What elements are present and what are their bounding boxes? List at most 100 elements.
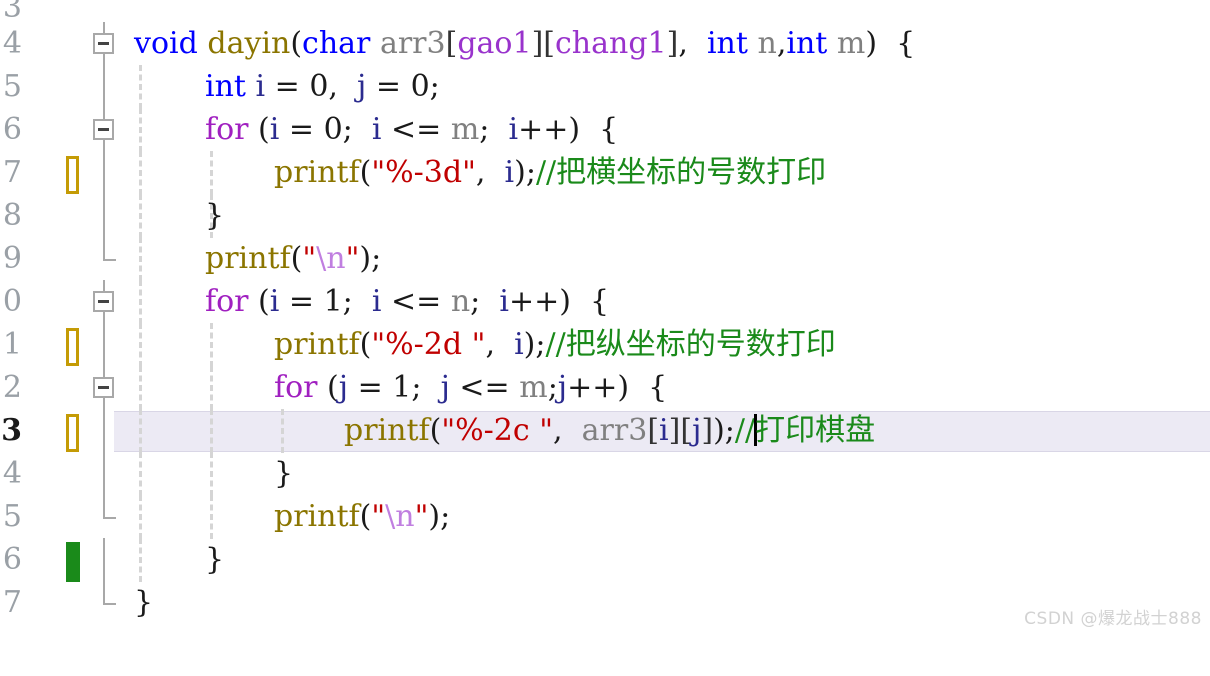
token-variable-j: j <box>440 370 450 405</box>
token-identifier-m: m <box>836 26 866 61</box>
indent-guide <box>210 151 213 195</box>
token-variable-i: i <box>659 413 669 448</box>
code-text: } <box>205 196 224 236</box>
token-escape-newline: \n <box>316 241 346 276</box>
editor-line[interactable]: 6 } <box>0 538 1210 582</box>
line-number: 0 <box>2 284 22 319</box>
token-string-format: %-3d <box>385 155 463 190</box>
editor-line[interactable]: 0 for (i = 1; i <= n; i++) { <box>0 280 1210 324</box>
token-variable-i: i <box>269 284 280 319</box>
token-keyword-for: for <box>274 370 318 405</box>
editor-line[interactable]: 5 printf("\n"); <box>0 495 1210 539</box>
fold-line <box>103 323 105 367</box>
bookmark-marker[interactable] <box>66 156 79 194</box>
indent-guide <box>139 366 142 410</box>
editor-line[interactable]: 9 printf("\n"); <box>0 237 1210 281</box>
editor-line[interactable]: 2 for (j = 1; j <= m;j++) { <box>0 366 1210 410</box>
line-number: 3 <box>1 413 22 448</box>
code-text: void dayin(char arr3[gao1][chang1], int … <box>134 26 916 61</box>
token-brace: } <box>134 585 154 620</box>
code-text: int i = 0, j = 0; <box>205 69 440 104</box>
token-variable-j: j <box>357 69 367 104</box>
editor-line-current[interactable]: 3 printf("%-2c ", arr3[i][j]);//打印棋盘 <box>0 409 1210 453</box>
indent-guide <box>210 409 213 453</box>
token-keyword-int: int <box>706 26 748 61</box>
token-function-printf: printf <box>344 413 430 448</box>
indent-guide <box>139 323 142 367</box>
token-escape-newline: \n <box>385 499 415 534</box>
token-keyword-int: int <box>786 26 828 61</box>
token-comment-slashes: // <box>734 413 756 448</box>
token-identifier-n: n <box>757 26 777 61</box>
token-brace: } <box>205 542 225 577</box>
token-variable-j: j <box>692 413 702 448</box>
indent-guide <box>139 452 142 496</box>
code-editor[interactable]: 3 4 void dayin(char arr3[gao1][chang1], … <box>0 0 1210 637</box>
code-text: printf("%-3d", i);//把横坐标的号数打印 <box>274 155 827 190</box>
code-text: printf("\n"); <box>274 499 451 534</box>
token-brace: } <box>205 198 225 233</box>
line-number: 6 <box>2 542 22 577</box>
token-identifier-arr3: arr3 <box>379 26 446 61</box>
code-text: } <box>274 454 293 494</box>
fold-line <box>103 194 105 238</box>
token-keyword-for: for <box>205 112 249 147</box>
bookmark-marker[interactable] <box>66 414 79 452</box>
indent-guide <box>210 366 213 410</box>
line-number: 4 <box>2 26 22 61</box>
editor-line[interactable]: 5 int i = 0, j = 0; <box>0 65 1210 109</box>
token-function-printf: printf <box>205 241 291 276</box>
editor-line[interactable]: 8 } <box>0 194 1210 238</box>
line-number: 9 <box>2 241 22 276</box>
code-text: } <box>134 583 153 623</box>
fold-collapse-icon[interactable] <box>93 33 114 54</box>
indent-guide <box>281 409 284 453</box>
token-variable-j: j <box>338 370 349 405</box>
code-text: for (i = 1; i <= n; i++) { <box>205 284 610 319</box>
code-text: printf("\n"); <box>205 241 382 276</box>
token-function-dayin: dayin <box>207 26 291 61</box>
code-text: } <box>205 540 224 580</box>
editor-line[interactable]: 7 printf("%-3d", i);//把横坐标的号数打印 <box>0 151 1210 195</box>
fold-end-marker <box>103 581 116 605</box>
editor-line[interactable]: 6 for (i = 0; i <= m; i++) { <box>0 108 1210 152</box>
editor-line[interactable]: 4 } <box>0 452 1210 496</box>
fold-end-marker <box>103 237 116 261</box>
fold-end-marker <box>103 495 116 519</box>
bookmark-marker[interactable] <box>66 328 79 366</box>
fold-line <box>103 538 105 582</box>
indent-guide <box>210 495 213 539</box>
editor-line[interactable]: 4 void dayin(char arr3[gao1][chang1], in… <box>0 22 1210 66</box>
fold-line <box>103 452 105 496</box>
indent-guide <box>210 323 213 367</box>
token-keyword-char: char <box>302 26 371 61</box>
token-keyword-for: for <box>205 284 249 319</box>
token-variable-i: i <box>508 112 519 147</box>
line-number: 5 <box>2 499 22 534</box>
token-function-printf: printf <box>274 155 360 190</box>
token-comment: 打印棋盘 <box>755 413 876 448</box>
token-keyword-int: int <box>205 69 246 104</box>
fold-collapse-icon[interactable] <box>93 377 114 398</box>
fold-collapse-icon[interactable] <box>93 291 114 312</box>
token-macro-gao1: gao1 <box>457 26 532 61</box>
line-number: 4 <box>2 456 22 491</box>
indent-guide <box>139 280 142 324</box>
indent-guide <box>139 151 142 195</box>
token-comment: //把纵坐标的号数打印 <box>545 327 836 362</box>
code-text: printf("%-2c ", arr3[i][j]);//打印棋盘 <box>344 413 876 448</box>
token-variable-j: j <box>557 370 568 405</box>
editor-line[interactable]: 1 printf("%-2d ", i);//把纵坐标的号数打印 <box>0 323 1210 367</box>
token-variable-i: i <box>269 112 280 147</box>
token-variable-i: i <box>499 284 509 319</box>
indent-guide <box>139 409 142 453</box>
line-number: 7 <box>2 585 22 620</box>
fold-collapse-icon[interactable] <box>93 119 114 140</box>
indent-guide <box>139 108 142 152</box>
token-identifier-arr3: arr3 <box>581 413 648 448</box>
token-macro-chang1: chang1 <box>555 26 667 61</box>
token-keyword-void: void <box>134 26 198 61</box>
line-number: 8 <box>2 198 22 233</box>
fold-line <box>103 65 105 109</box>
fold-line <box>103 151 105 195</box>
